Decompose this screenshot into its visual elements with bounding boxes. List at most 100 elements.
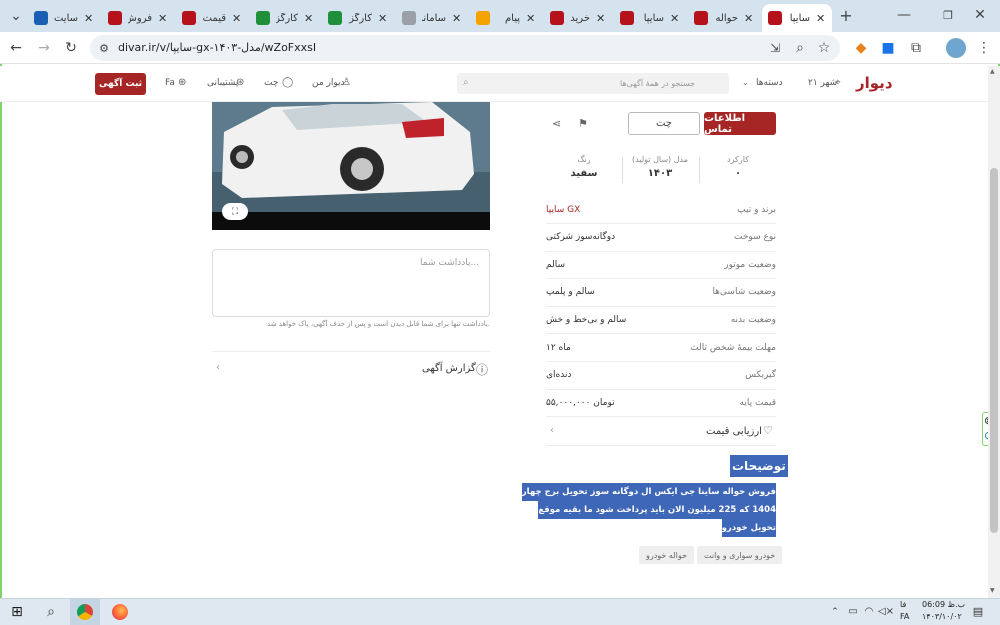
chat-bubble-icon: ◯ xyxy=(282,77,294,88)
tab-title: سایت xyxy=(54,12,78,24)
reload-icon[interactable]: ↻ xyxy=(61,38,81,58)
back-icon[interactable]: ← xyxy=(6,38,26,58)
metamask-extension-icon[interactable]: ◆ xyxy=(851,38,871,58)
my-divar-link[interactable]: دیوار من xyxy=(312,78,345,88)
divar-logo[interactable]: دیوار xyxy=(856,74,893,92)
windows-start-icon[interactable]: ⊞ xyxy=(6,598,28,625)
browser-tab[interactable]: خرید ✕ xyxy=(544,4,612,32)
post-ad-button[interactable]: ثبت آگهی xyxy=(95,73,146,95)
description-line: تحویل خودرو xyxy=(721,519,776,537)
tab-favicon-icon xyxy=(550,11,564,25)
chrome-icon xyxy=(77,603,93,620)
tab-close-icon[interactable]: ✕ xyxy=(596,12,606,25)
tab-title: خرید xyxy=(570,12,590,24)
firefox-taskbar-button[interactable] xyxy=(108,598,132,625)
language-link[interactable]: Fa xyxy=(165,78,175,88)
browser-tab[interactable]: قیمت ✕ xyxy=(176,4,248,32)
detail-label: وضعیت شاسی‌ها xyxy=(712,287,776,298)
bookmark-star-icon[interactable]: ☆ xyxy=(814,38,834,58)
divider xyxy=(699,157,700,183)
restore-icon[interactable]: ❐ xyxy=(938,5,958,25)
tab-close-icon[interactable]: ✕ xyxy=(158,12,168,25)
browser-tab[interactable]: فروش ✕ xyxy=(102,4,174,32)
input-language[interactable]: فا xyxy=(900,600,906,609)
browser-tab[interactable]: کارگزار ✕ xyxy=(250,4,320,32)
install-app-icon[interactable]: ⇲ xyxy=(765,38,785,58)
tab-close-icon[interactable]: ✕ xyxy=(378,12,388,25)
tab-close-icon[interactable]: ✕ xyxy=(304,12,314,25)
tray-chevron-icon[interactable]: ⌃ xyxy=(828,598,842,625)
notifications-icon[interactable]: ▤ xyxy=(970,598,986,625)
detail-label: گیربکس xyxy=(745,370,776,381)
tab-favicon-icon xyxy=(402,11,416,25)
car-photo[interactable] xyxy=(212,102,490,230)
search-icon[interactable]: ⌕ xyxy=(40,598,62,625)
chevron-left-icon: ‹ xyxy=(216,362,220,373)
detail-row: نوع سوخت دوگانه‌سوز شرکتی xyxy=(546,224,776,252)
new-tab-button[interactable]: + xyxy=(836,5,856,25)
share-icon[interactable]: ⋖ xyxy=(552,117,561,130)
categories-menu[interactable]: دسته‌ها xyxy=(756,78,783,88)
search-icon: ⌕ xyxy=(463,77,469,88)
tab-title: فروش xyxy=(128,12,152,24)
tab-close-icon[interactable]: ✕ xyxy=(526,12,536,25)
tab-title: کارگزار xyxy=(276,12,298,24)
detail-value[interactable]: سایپا GX xyxy=(546,205,580,215)
search-placeholder: جستجو در همهٔ آگهی‌ها xyxy=(620,79,696,88)
close-window-icon[interactable]: ✕ xyxy=(970,5,990,25)
url-text[interactable]: divar.ir/v/سایپا-gx-۱۴۰۳-مدل/wZoFxxsI xyxy=(118,41,316,54)
clock-time[interactable]: 06:09 ب.ظ xyxy=(922,600,965,609)
tab-list-chevron-icon[interactable]: ⌄ xyxy=(6,6,26,26)
browser-tab[interactable]: سایپا ✕ xyxy=(762,4,832,32)
detail-label: نوع سوخت xyxy=(734,232,776,243)
forward-icon[interactable]: → xyxy=(34,38,54,58)
fullscreen-icon[interactable]: ⛶ xyxy=(222,203,248,220)
scroll-down-icon[interactable]: ▼ xyxy=(990,587,995,594)
user-icon: ♙ xyxy=(342,77,351,88)
clock-date[interactable]: ۱۴۰۳/۱۰/۰۲ xyxy=(922,612,962,621)
browser-tab[interactable]: پیام ✕ xyxy=(470,4,542,32)
minimize-icon[interactable]: — xyxy=(894,5,914,25)
bookmark-icon[interactable]: ⚑ xyxy=(578,117,588,130)
detail-row: وضعیت موتور سالم xyxy=(546,251,776,280)
tag-chip[interactable]: حواله خودرو xyxy=(639,546,694,564)
input-language-code[interactable]: FA xyxy=(900,612,909,621)
tab-close-icon[interactable]: ✕ xyxy=(816,12,826,25)
site-settings-icon[interactable]: ⚙ xyxy=(94,38,114,58)
tag-chip[interactable]: خودرو سواری و وانت xyxy=(697,546,783,564)
profile-avatar[interactable] xyxy=(946,38,966,58)
description-body: فروش حواله ساینا جی ایکس ال دوگانه سوز ت… xyxy=(521,483,776,537)
tab-close-icon[interactable]: ✕ xyxy=(84,12,94,25)
detail-value: سالم و بی‌خط و خش xyxy=(546,314,627,325)
chrome-taskbar-button[interactable] xyxy=(70,598,100,625)
chat-button[interactable]: چت xyxy=(628,112,700,135)
tab-close-icon[interactable]: ✕ xyxy=(670,12,680,25)
chat-link[interactable]: چت xyxy=(264,78,278,88)
tab-close-icon[interactable]: ✕ xyxy=(744,12,754,25)
support-link[interactable]: پشتیبانی xyxy=(207,78,238,88)
scroll-up-icon[interactable]: ▲ xyxy=(990,68,995,75)
battery-icon[interactable]: ▭ xyxy=(846,598,860,625)
extension-icon[interactable]: ■ xyxy=(878,38,898,58)
browser-tab[interactable]: حواله ✕ xyxy=(688,4,760,32)
browser-tab[interactable]: کارگز ✕ xyxy=(322,4,394,32)
extensions-puzzle-icon[interactable]: ⧉ xyxy=(906,38,926,58)
volume-muted-icon[interactable]: ◁× xyxy=(878,598,894,625)
browser-tab[interactable]: سامانه ✕ xyxy=(396,4,468,32)
detail-row: گیربکس دنده‌ای xyxy=(546,362,776,390)
detail-value: دوگانه‌سوز شرکتی xyxy=(546,232,616,243)
detail-label: وضعیت بدنه xyxy=(730,314,776,325)
tab-close-icon[interactable]: ✕ xyxy=(452,12,462,25)
tab-close-icon[interactable]: ✕ xyxy=(232,12,242,25)
tab-favicon-icon xyxy=(108,11,122,25)
city-selector[interactable]: ۲۱ شهر xyxy=(808,78,837,88)
scrollbar-thumb[interactable] xyxy=(990,168,998,533)
browser-tab[interactable]: سایپا ✕ xyxy=(614,4,686,32)
menu-dots-icon[interactable]: ⋮ xyxy=(974,38,994,58)
detail-row: مهلت بیمهٔ شخص ثالث ۱۲ ماه xyxy=(546,334,776,362)
browser-tab[interactable]: سایت ✕ xyxy=(28,4,100,32)
contact-info-button[interactable]: اطلاعات تماس xyxy=(704,112,776,135)
wifi-icon[interactable]: ◠ xyxy=(862,598,876,625)
zoom-icon[interactable]: ⌕ xyxy=(790,38,810,58)
detail-value: ۱۲ ماه xyxy=(546,342,571,353)
